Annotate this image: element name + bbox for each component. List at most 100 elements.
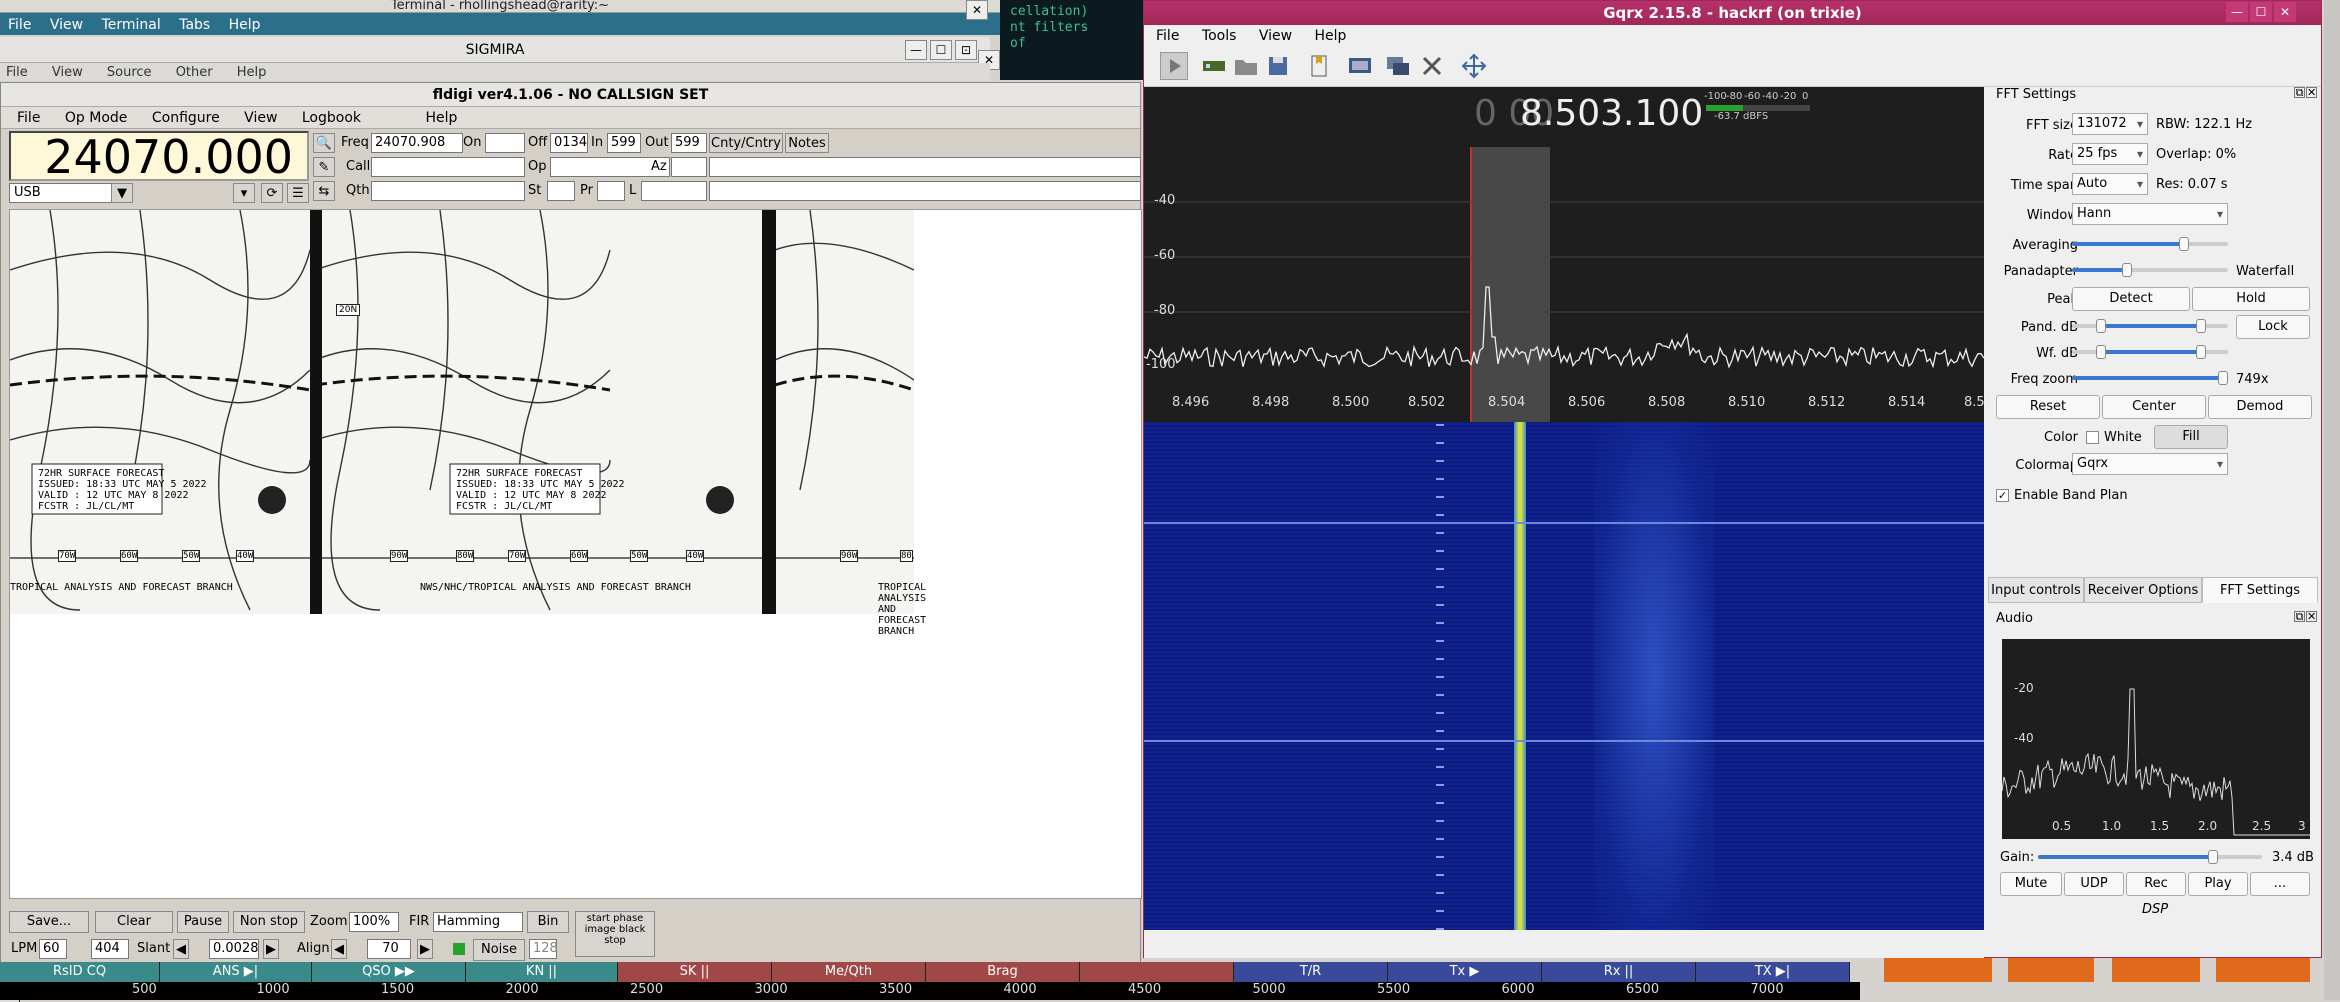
gain-slider[interactable] — [2038, 850, 2262, 864]
reset-button[interactable]: Reset — [1996, 395, 2100, 419]
slant-decrease-icon[interactable]: ◀ — [173, 939, 189, 959]
tab-fft-settings[interactable]: FFT Settings — [2202, 577, 2318, 603]
fullscreen-icon[interactable] — [1460, 52, 1488, 80]
chevron-down-icon[interactable]: ▾ — [233, 183, 255, 203]
undock-icon[interactable]: ⧉ — [2294, 611, 2305, 622]
fir-select[interactable]: Hamming — [433, 912, 523, 932]
macro-button[interactable]: Me/Qth — [772, 962, 926, 982]
window-select[interactable]: Hann — [2072, 203, 2228, 225]
align-decrease-icon[interactable]: ◀ — [331, 939, 347, 959]
play-button[interactable]: Play — [2188, 872, 2248, 896]
macro-button[interactable]: Brag — [926, 962, 1080, 982]
wf-db-slider[interactable] — [2072, 345, 2228, 359]
fldigi-menu-view[interactable]: View — [244, 110, 277, 126]
tab-input-controls[interactable]: Input controls — [1988, 577, 2084, 603]
noise-checkbox[interactable]: Noise — [473, 939, 525, 961]
start-phase-button[interactable]: start phase image black stop — [575, 911, 655, 957]
notes-button[interactable]: Notes — [785, 133, 829, 153]
undock-icon[interactable]: ⧉ — [2294, 87, 2305, 98]
rec-button[interactable]: Rec — [2126, 872, 2186, 896]
zoom-select[interactable]: 100% — [349, 912, 399, 932]
mode-dropdown-icon[interactable]: ▼ — [111, 183, 133, 203]
slant-increase-icon[interactable]: ▶ — [263, 939, 279, 959]
noise-field[interactable]: 128 — [529, 939, 558, 959]
macro-button[interactable]: TX ▶| — [1696, 962, 1850, 982]
tools-icon[interactable] — [1418, 52, 1446, 80]
audio-options-button[interactable]: ... — [2250, 872, 2310, 896]
terminal-menu-view[interactable]: View — [50, 17, 83, 33]
save-log-icon[interactable]: ⇆ — [313, 181, 335, 201]
band-plan-checkbox[interactable]: ✓ — [1996, 489, 2009, 502]
gqrx-menu-help[interactable]: Help — [1315, 28, 1347, 44]
terminal-menu-help[interactable]: Help — [229, 17, 261, 33]
macro-button[interactable]: RsID CQ — [0, 962, 160, 982]
locator-field[interactable] — [641, 181, 707, 201]
taskbar-item[interactable] — [1884, 958, 1992, 982]
pandapter-waterfall-slider[interactable] — [2072, 263, 2228, 277]
save-button[interactable]: Save... — [9, 911, 89, 933]
screenshot-icon[interactable] — [1384, 52, 1412, 80]
gqrx-maximize-icon[interactable]: ☐ — [2250, 2, 2272, 22]
gqrx-menu-file[interactable]: File — [1156, 28, 1179, 44]
sigmira-menu-file[interactable]: File — [6, 65, 28, 80]
macro-button[interactable]: Tx ▶ — [1388, 962, 1542, 982]
terminal-menu-terminal[interactable]: Terminal — [102, 17, 161, 33]
lpm-field[interactable]: 404 — [91, 939, 129, 959]
macro-button[interactable]: QSO ▶▶ — [312, 962, 466, 982]
call-field[interactable] — [371, 157, 525, 177]
sigmira-menu-help[interactable]: Help — [237, 65, 267, 80]
az-field[interactable] — [671, 157, 707, 177]
sigmira-maximize-icon[interactable]: ☐ — [930, 40, 952, 60]
bin-checkbox[interactable]: Bin — [527, 911, 569, 933]
sigmira-minimize-icon[interactable]: — — [905, 40, 927, 60]
close-icon[interactable]: ✕ — [2306, 611, 2317, 622]
udp-button[interactable]: UDP — [2064, 872, 2124, 896]
timespan-select[interactable]: Auto — [2072, 173, 2148, 195]
macro-button[interactable] — [1080, 962, 1234, 982]
refresh-icon[interactable]: ⟳ — [261, 183, 283, 203]
gqrx-menu-view[interactable]: View — [1259, 28, 1292, 44]
list-icon[interactable]: ☰ — [287, 183, 309, 203]
clear-log-icon[interactable]: ✎ — [313, 157, 335, 177]
frequency-display[interactable]: 24070.000 — [9, 131, 309, 181]
colormap-select[interactable]: Gqrx — [2072, 453, 2228, 475]
taskbar-item[interactable] — [2216, 958, 2310, 982]
play-icon[interactable] — [1160, 52, 1188, 80]
sigmira-menu-view[interactable]: View — [52, 65, 83, 80]
detect-button[interactable]: Detect — [2072, 287, 2190, 311]
pr-field[interactable] — [597, 181, 625, 201]
receive-area[interactable]: 72HR SURFACE FORECAST ISSUED: 18:33 UTC … — [9, 209, 1142, 899]
bookmark-icon[interactable] — [1306, 52, 1334, 80]
hold-button[interactable]: Hold — [2192, 287, 2310, 311]
sigmira-menu-source[interactable]: Source — [107, 65, 152, 80]
on-field[interactable] — [485, 133, 525, 153]
terminal-menu-tabs[interactable]: Tabs — [179, 17, 210, 33]
in-field[interactable]: 599 — [607, 133, 641, 153]
align-field[interactable]: 70 — [367, 939, 411, 959]
fldigi-menu-opmode[interactable]: Op Mode — [65, 110, 128, 126]
terminal-menu-file[interactable]: File — [8, 17, 31, 33]
pause-button[interactable]: Pause — [177, 911, 229, 933]
waterfall[interactable] — [1144, 422, 1984, 930]
device-icon[interactable] — [1200, 52, 1228, 80]
fill-button[interactable]: Fill — [2154, 425, 2228, 449]
gqrx-close-icon[interactable]: ✕ — [2274, 2, 2296, 22]
mute-button[interactable]: Mute — [2000, 872, 2062, 896]
st-field[interactable] — [547, 181, 575, 201]
lpm-select[interactable]: 60 — [39, 939, 67, 959]
white-checkbox[interactable] — [2086, 431, 2099, 444]
fft-size-select[interactable]: 131072 — [2072, 113, 2148, 135]
gqrx-menu-tools[interactable]: Tools — [1202, 28, 1237, 44]
taskbar-item[interactable] — [2112, 958, 2200, 982]
macro-button[interactable]: SK || — [618, 962, 772, 982]
fldigi-menu-logbook[interactable]: Logbook — [302, 110, 361, 126]
fldigi-menu-help[interactable]: Help — [425, 110, 457, 126]
out-field[interactable]: 599 — [671, 133, 707, 153]
clear-button[interactable]: Clear — [95, 911, 173, 933]
fldigi-menu-file[interactable]: File — [17, 110, 40, 126]
off-field[interactable]: 0134 — [550, 133, 588, 153]
country-field[interactable] — [709, 157, 1141, 177]
macro-button[interactable]: ANS ▶| — [160, 962, 312, 982]
qth-field[interactable] — [371, 181, 525, 201]
lock-button[interactable]: Lock — [2236, 315, 2310, 339]
